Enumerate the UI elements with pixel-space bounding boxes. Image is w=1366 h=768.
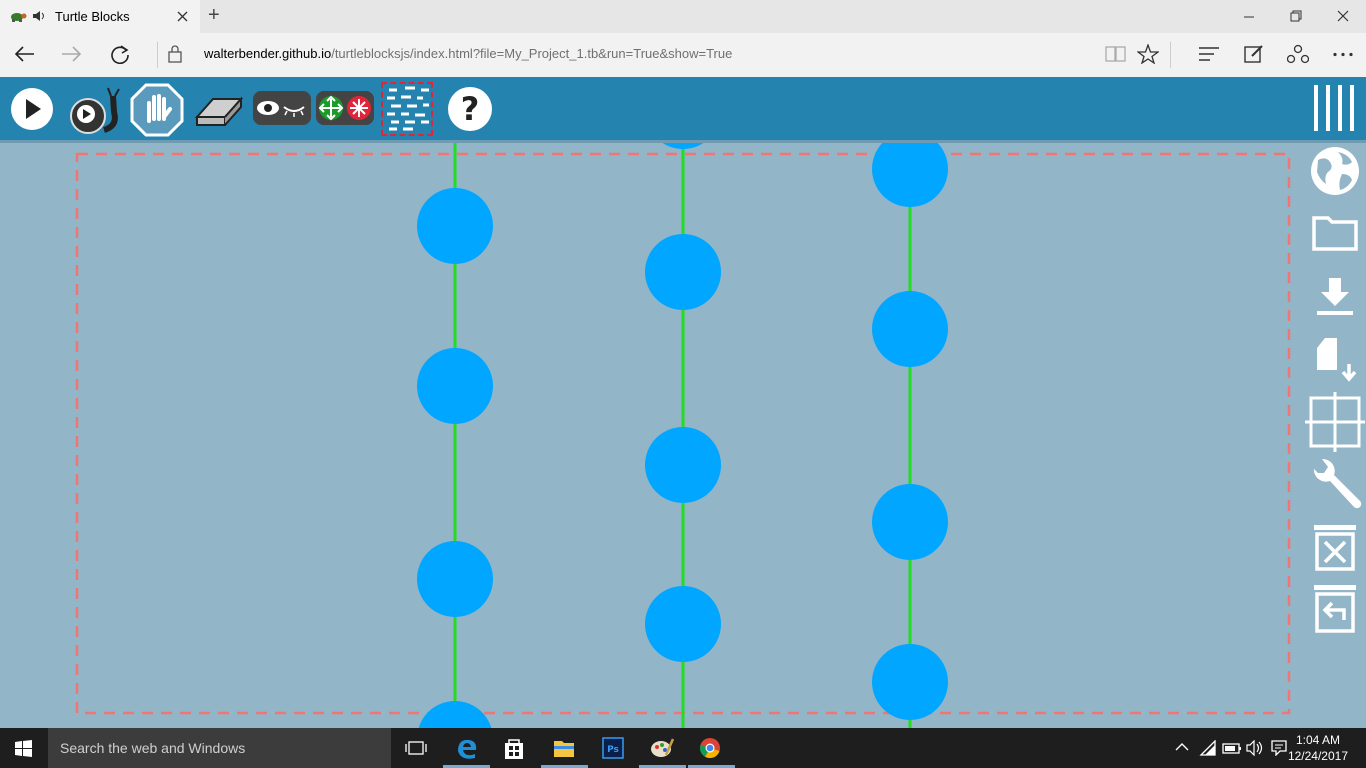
load-plugin-icon[interactable]	[1313, 336, 1359, 384]
minimize-icon[interactable]	[1243, 11, 1255, 23]
clock-date: 12/24/2017	[1287, 749, 1348, 763]
volume-icon[interactable]	[1246, 740, 1264, 756]
address-bar-row: walterbender.github.io/turtleblocksjs/in…	[0, 33, 1366, 77]
turtle-dot	[418, 701, 492, 728]
close-tab-icon[interactable]	[177, 11, 188, 22]
stop-icon[interactable]	[130, 83, 184, 137]
edge-browser-icon[interactable]	[455, 737, 479, 759]
web-note-icon[interactable]	[1244, 44, 1264, 64]
restore-icon[interactable]	[1290, 10, 1302, 22]
turtle-dot	[872, 143, 948, 207]
svg-text:Ps: Ps	[607, 745, 619, 755]
collapse-expand-icon[interactable]	[315, 87, 375, 129]
grid-icon[interactable]	[1305, 392, 1365, 452]
turtle-canvas[interactable]	[0, 143, 1366, 728]
turtle-dot	[872, 644, 948, 720]
clock-time: 1:04 AM	[1295, 733, 1340, 747]
refresh-icon[interactable]	[109, 44, 131, 64]
new-tab-button[interactable]: +	[208, 4, 220, 27]
lock-icon	[168, 45, 182, 63]
taskbar-search-box[interactable]: Search the web and Windows	[48, 728, 391, 768]
taskbar-clock[interactable]: 1:04 AM 12/24/2017	[1288, 732, 1348, 764]
file-explorer-icon[interactable]	[553, 738, 575, 758]
language-icon[interactable]	[1308, 144, 1362, 198]
turtle-favicon-icon	[11, 13, 27, 22]
store-icon[interactable]	[503, 736, 525, 760]
menu-icon[interactable]	[1312, 83, 1358, 133]
turtle-dot	[645, 427, 721, 503]
address-path: /turtleblocksjs/index.html?file=My_Proje…	[331, 46, 733, 61]
turtle-dot	[662, 143, 704, 149]
wifi-icon[interactable]	[1199, 740, 1217, 756]
more-icon[interactable]	[1332, 52, 1354, 57]
action-center-icon[interactable]	[1271, 740, 1287, 756]
back-icon[interactable]	[13, 45, 35, 63]
reading-view-icon[interactable]	[1105, 45, 1127, 63]
turtle-dot	[417, 188, 493, 264]
battery-icon[interactable]	[1222, 741, 1242, 755]
help-icon[interactable]: ?	[446, 85, 494, 133]
run-icon[interactable]	[9, 86, 55, 132]
task-view-icon[interactable]	[405, 740, 427, 756]
turtle-toolbar: ?	[0, 77, 1366, 140]
open-file-icon[interactable]	[1311, 212, 1359, 252]
show-hidden-icons-icon[interactable]	[1175, 742, 1189, 752]
delete-all-icon[interactable]	[1312, 522, 1358, 572]
windows-start-icon[interactable]	[15, 740, 33, 758]
restore-trash-icon[interactable]	[1312, 582, 1358, 634]
close-window-icon[interactable]	[1337, 10, 1349, 22]
chrome-icon[interactable]	[699, 737, 721, 759]
palette-button[interactable]	[381, 82, 433, 136]
favorite-star-icon[interactable]	[1137, 44, 1159, 64]
divider	[157, 42, 158, 68]
turtle-dot	[872, 484, 948, 560]
address-host: walterbender.github.io	[204, 46, 332, 61]
forward-icon[interactable]	[61, 45, 83, 63]
browser-tab-strip: Turtle Blocks +	[0, 0, 1366, 33]
turtle-dot	[417, 541, 493, 617]
show-hide-blocks-icon[interactable]	[252, 87, 312, 129]
hub-icon[interactable]	[1198, 46, 1220, 62]
divider	[1170, 42, 1171, 68]
speaker-icon[interactable]	[32, 10, 46, 22]
turtle-dot	[645, 586, 721, 662]
taskbar-search-placeholder: Search the web and Windows	[60, 740, 246, 756]
address-field[interactable]: walterbender.github.io/turtleblocksjs/in…	[204, 46, 732, 61]
turtle-dot	[645, 234, 721, 310]
run-slow-icon[interactable]	[66, 86, 124, 136]
clear-icon[interactable]	[195, 91, 245, 127]
paint-icon[interactable]	[650, 737, 674, 759]
turtle-dot	[872, 291, 948, 367]
turtle-dot	[417, 348, 493, 424]
drawing-surface	[75, 143, 1291, 728]
photoshop-icon[interactable]: Ps	[602, 737, 624, 759]
tab-title: Turtle Blocks	[55, 9, 130, 24]
settings-wrench-icon[interactable]	[1306, 455, 1364, 513]
browser-tab[interactable]: Turtle Blocks	[0, 0, 200, 33]
svg-text:?: ?	[461, 90, 480, 128]
save-download-icon[interactable]	[1315, 276, 1355, 318]
palette-icon	[387, 86, 429, 131]
share-icon[interactable]	[1287, 44, 1309, 64]
windows-taskbar: Search the web and Windows Ps 1:04 AM 12…	[0, 728, 1366, 768]
